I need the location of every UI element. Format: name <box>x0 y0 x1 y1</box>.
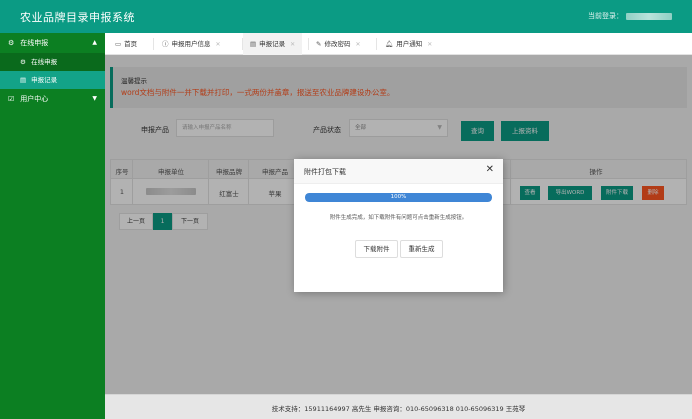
footer: 技术支持：15911164997 高先生 申报咨询：010-65096318 0… <box>105 394 692 419</box>
progress-bar: 100% <box>305 193 492 202</box>
tab-label: 首页 <box>124 40 138 48</box>
close-icon[interactable]: ✕ <box>486 164 494 175</box>
chevron-down-icon: ▼ <box>92 95 97 102</box>
gear-icon: ⚙ <box>8 39 15 47</box>
close-icon[interactable]: ✕ <box>290 41 295 48</box>
dialog-header: 附件打包下载 ✕ <box>294 159 503 184</box>
download-attachment-dialog-button[interactable]: 下载附件 <box>355 240 398 258</box>
tab-bar: ▭ 首页 ⓘ 申报用户信息 ✕ ▤ 申报记录 ✕ ✎ 修改密码 ✕ 🔔︎ 用户通知 ✕ <box>105 33 692 55</box>
edit-icon: ✎ <box>316 40 322 48</box>
tab-user-notice[interactable]: 🔔︎ 用户通知 ✕ <box>385 33 432 55</box>
dialog-message: 附件生成完成，如下载附件有问题可点击重新生成按钮。 <box>329 215 468 221</box>
sidebar-item-label: 在线申报 <box>31 58 58 66</box>
sidebar: ⚙ 在线申报 ▲ ⚙ 在线申报 ▤ 申报记录 ☑ 用户中心 ▼ <box>0 33 105 419</box>
sidebar-item-declare-records[interactable]: ▤ 申报记录 <box>0 71 105 89</box>
user-label: 当前登录： <box>588 12 623 20</box>
sidebar-group-online-declare[interactable]: ⚙ 在线申报 ▲ <box>0 33 105 53</box>
tab-label: 用户通知 <box>396 40 423 48</box>
close-icon[interactable]: ✕ <box>427 41 432 48</box>
bell-icon: 🔔︎ <box>385 40 394 48</box>
tab-label: 修改密码 <box>324 40 351 48</box>
app-title: 农业品牌目录申报系统 <box>20 11 135 24</box>
chevron-up-icon: ▲ <box>92 39 97 46</box>
top-header: 农业品牌目录申报系统 当前登录： <box>0 0 692 33</box>
sidebar-group-label: 用户中心 <box>20 95 49 103</box>
progress-text: 100% <box>390 194 407 200</box>
regenerate-button[interactable]: 重新生成 <box>400 240 443 258</box>
tab-label: 申报用户信息 <box>171 40 211 48</box>
attachment-download-dialog: 附件打包下载 ✕ 100% 附件生成完成，如下载附件有问题可点击重新生成按钮。 … <box>294 159 503 292</box>
tab-change-password[interactable]: ✎ 修改密码 ✕ <box>316 33 360 55</box>
sidebar-group-user-center[interactable]: ☑ 用户中心 ▼ <box>0 89 105 109</box>
dialog-title: 附件打包下载 <box>304 168 346 176</box>
footer-text: 技术支持：15911164997 高先生 申报咨询：010-65096318 0… <box>271 405 526 413</box>
tab-declare-records[interactable]: ▤ 申报记录 ✕ <box>243 33 303 55</box>
close-icon[interactable]: ✕ <box>216 41 221 48</box>
tab-user-info[interactable]: ⓘ 申报用户信息 ✕ <box>162 33 221 55</box>
current-user: 当前登录： <box>588 11 672 21</box>
user-name-redacted <box>626 12 672 20</box>
list-icon: ▤ <box>20 76 27 84</box>
sidebar-item-label: 申报记录 <box>31 76 58 84</box>
list-icon: ▤ <box>250 40 257 48</box>
close-icon[interactable]: ✕ <box>355 41 360 48</box>
sidebar-item-online-declare[interactable]: ⚙ 在线申报 <box>0 53 105 71</box>
tab-label: 申报记录 <box>259 40 286 48</box>
info-icon: ⓘ <box>162 40 169 48</box>
user-icon: ☑ <box>8 95 15 103</box>
tab-home[interactable]: ▭ 首页 <box>115 33 137 55</box>
sidebar-group-label: 在线申报 <box>20 39 49 47</box>
monitor-icon: ▭ <box>115 40 122 48</box>
gear-icon: ⚙ <box>20 58 26 66</box>
